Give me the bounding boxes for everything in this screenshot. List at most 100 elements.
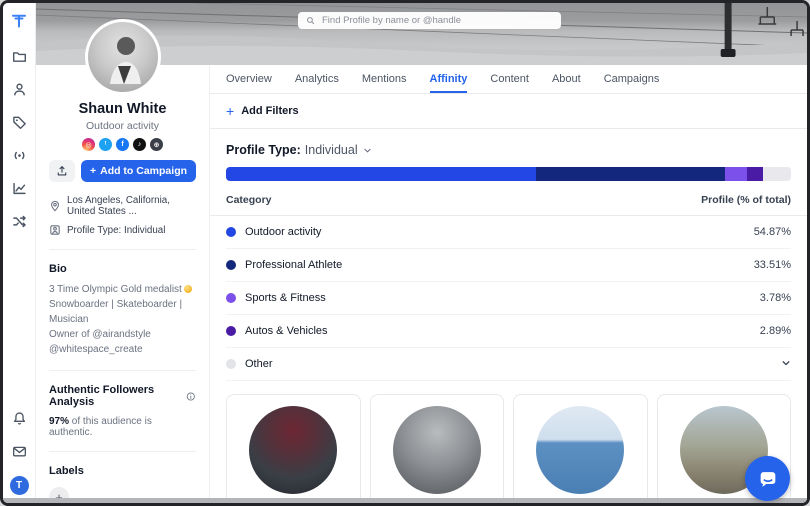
- category-dot: [226, 260, 236, 270]
- plus-icon: +: [226, 103, 234, 119]
- export-button[interactable]: [49, 160, 75, 182]
- search-input[interactable]: [320, 14, 553, 27]
- chevron-down-icon: [363, 146, 372, 155]
- add-to-campaign-button[interactable]: + Add to Campaign: [81, 160, 196, 182]
- category-table-header: Category Profile (% of total): [210, 181, 807, 216]
- tab-overview[interactable]: Overview: [226, 65, 272, 93]
- profile-type-dropdown[interactable]: Profile Type: Individual: [210, 129, 807, 165]
- category-dot: [226, 359, 236, 369]
- info-icon[interactable]: [186, 391, 196, 402]
- profile-avatar[interactable]: [85, 19, 161, 95]
- tab-campaigns[interactable]: Campaigns: [604, 65, 660, 93]
- category-label: Autos & Vehicles: [245, 325, 328, 337]
- person-badge-icon: [49, 224, 61, 236]
- location-text: Los Angeles, California, United States .…: [67, 195, 196, 217]
- signal-icon[interactable]: [11, 147, 27, 163]
- profile-actions: + Add to Campaign: [49, 160, 196, 182]
- gold-medal-icon: [184, 285, 192, 293]
- divider: [49, 370, 196, 371]
- authentic-followers-text: 97% of this audience is authentic.: [49, 416, 196, 438]
- app-logo-icon[interactable]: [11, 12, 27, 28]
- profile-name: Shaun White: [49, 101, 196, 117]
- tab-mentions[interactable]: Mentions: [362, 65, 407, 93]
- tab-content[interactable]: Content: [490, 65, 529, 93]
- main-content: Overview Analytics Mentions Affinity Con…: [210, 65, 807, 503]
- divider: [49, 249, 196, 250]
- category-label: Other: [245, 358, 273, 370]
- profiles-icon[interactable]: [11, 81, 27, 97]
- chat-bubble-icon: [757, 468, 779, 490]
- profile-type-text: Profile Type: Individual: [67, 225, 165, 236]
- bio-title: Bio: [49, 263, 196, 275]
- website-globe-icon[interactable]: ⊕: [150, 138, 163, 151]
- profile-photo: [536, 406, 624, 494]
- table-row[interactable]: Autos & Vehicles 2.89%: [226, 315, 791, 348]
- twitter-icon[interactable]: ᵗ: [99, 138, 112, 151]
- instagram-icon[interactable]: ◎: [82, 138, 95, 151]
- analytics-chart-icon[interactable]: [11, 180, 27, 196]
- bar-segment-sports-fitness[interactable]: [725, 167, 746, 181]
- expand-chevron-down-icon[interactable]: [781, 358, 791, 371]
- tiktok-icon[interactable]: ♪: [133, 138, 146, 151]
- divider: [49, 451, 196, 452]
- facebook-icon[interactable]: f: [116, 138, 129, 151]
- user-avatar[interactable]: T: [10, 476, 29, 495]
- profile-card-travis-rice[interactable]: Travis Rice Outdoor activity: [370, 394, 505, 503]
- category-label: Sports & Fitness: [245, 292, 326, 304]
- tag-icon[interactable]: [11, 114, 27, 130]
- category-value: 54.87%: [754, 226, 791, 238]
- profile-card-scotty-lago[interactable]: Scotty Lago Outdoor activity: [513, 394, 648, 503]
- affinity-stacked-bar: [226, 167, 791, 181]
- table-row[interactable]: Outdoor activity 54.87%: [226, 216, 791, 249]
- related-profiles: Danny Davis Outdoor activity Travis Rice…: [226, 394, 791, 503]
- bio-text: 3 Time Olympic Gold medalist Snowboarder…: [49, 282, 196, 357]
- category-value: 2.89%: [760, 325, 791, 337]
- profile-category: Outdoor activity: [49, 120, 196, 132]
- profile-photo: [393, 406, 481, 494]
- profile-card-danny-davis[interactable]: Danny Davis Outdoor activity: [226, 394, 361, 503]
- notifications-bell-icon[interactable]: [11, 410, 27, 426]
- mail-icon[interactable]: [11, 443, 27, 459]
- table-row[interactable]: Sports & Fitness 3.78%: [226, 282, 791, 315]
- app-window: T Shaun White Outdoor activity ◎ ᵗ f ♪ ⊕: [0, 0, 810, 506]
- table-row-other[interactable]: Other: [226, 348, 791, 381]
- category-dot: [226, 326, 236, 336]
- tab-about[interactable]: About: [552, 65, 581, 93]
- search-icon: [306, 16, 315, 25]
- bar-segment-autos-vehicles[interactable]: [747, 167, 763, 181]
- table-row[interactable]: Professional Athlete 33.51%: [226, 249, 791, 282]
- category-dot: [226, 293, 236, 303]
- person-photo-placeholder: [88, 22, 158, 92]
- tab-bar: Overview Analytics Mentions Affinity Con…: [210, 65, 807, 94]
- authentic-followers-title: Authentic Followers Analysis: [49, 384, 182, 408]
- bar-segment-outdoor-activity[interactable]: [226, 167, 536, 181]
- category-label: Professional Athlete: [245, 259, 342, 271]
- tab-analytics[interactable]: Analytics: [295, 65, 339, 93]
- left-icon-rail: T: [3, 3, 36, 503]
- plus-icon: +: [90, 165, 96, 177]
- window-bottom-edge: [3, 498, 807, 503]
- chat-widget-button[interactable]: [745, 456, 790, 501]
- social-links: ◎ ᵗ f ♪ ⊕: [49, 138, 196, 151]
- column-category: Category: [226, 194, 272, 206]
- bar-segment-other[interactable]: [763, 167, 791, 181]
- upload-icon: [56, 165, 68, 177]
- profile-panel: Shaun White Outdoor activity ◎ ᵗ f ♪ ⊕ +…: [36, 65, 210, 503]
- shuffle-icon[interactable]: [11, 213, 27, 229]
- location-row: Los Angeles, California, United States .…: [49, 195, 196, 217]
- category-value: 33.51%: [754, 259, 791, 271]
- folder-icon[interactable]: [11, 48, 27, 64]
- bar-segment-professional-athlete[interactable]: [536, 167, 725, 181]
- add-label-button[interactable]: +: [49, 487, 69, 506]
- category-label: Outdoor activity: [245, 226, 321, 238]
- profile-type-row: Profile Type: Individual: [49, 224, 196, 236]
- labels-title: Labels: [49, 465, 196, 477]
- tab-affinity[interactable]: Affinity: [430, 65, 468, 93]
- column-profile-percent: Profile (% of total): [701, 194, 791, 206]
- location-pin-icon: [49, 200, 61, 212]
- category-dot: [226, 227, 236, 237]
- search-bar: [298, 12, 561, 29]
- profile-photo: [249, 406, 337, 494]
- add-filters-button[interactable]: + Add Filters: [210, 94, 807, 129]
- category-value: 3.78%: [760, 292, 791, 304]
